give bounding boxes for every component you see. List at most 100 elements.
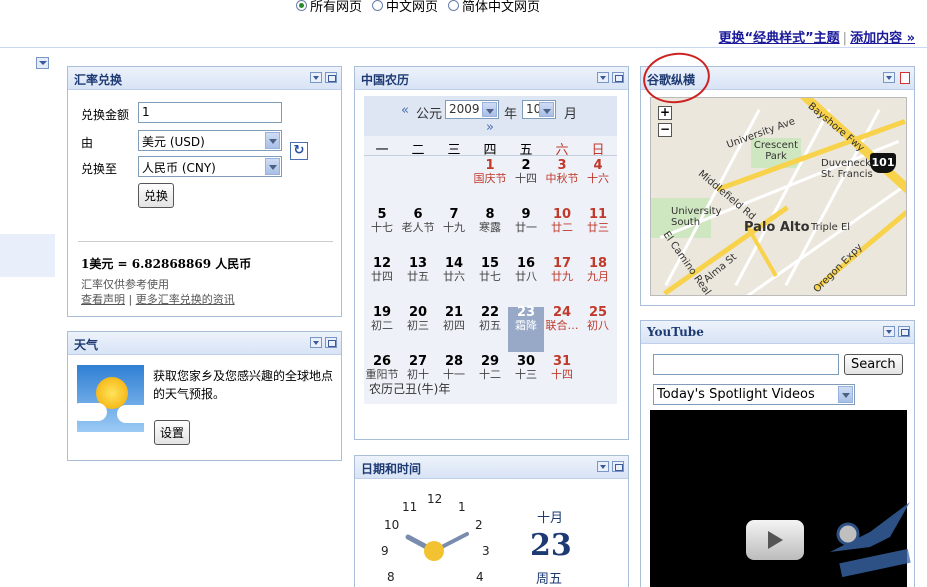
highway-shield-icon: 101: [870, 153, 896, 173]
calendar-day[interactable]: 30 十三: [508, 355, 544, 401]
youtube-channel-select[interactable]: Today's Spotlight Videos: [653, 384, 855, 405]
convert-button[interactable]: 兑换: [138, 183, 175, 208]
calendar-day[interactable]: 1 国庆节: [472, 159, 508, 205]
menu-arrow-icon[interactable]: [597, 72, 609, 83]
from-currency-select[interactable]: 美元 (USD): [138, 130, 282, 151]
menu-arrow-icon[interactable]: [883, 72, 895, 83]
lunar-label: 初三: [407, 319, 429, 332]
watermark-logo-icon: [830, 502, 911, 578]
calendar-day[interactable]: 14 廿六: [436, 257, 472, 303]
calendar-day-today[interactable]: 23 霜降: [508, 306, 544, 352]
calendar-day[interactable]: 11 廿三: [580, 208, 616, 254]
to-currency-select[interactable]: 人民币 (CNY): [138, 156, 282, 177]
calendar-day[interactable]: 22 初五: [472, 306, 508, 352]
left-nav-selected[interactable]: [0, 234, 55, 277]
radio-dot[interactable]: [372, 0, 384, 11]
calendar-day[interactable]: 24 联合…: [544, 306, 580, 352]
calendar-day[interactable]: 9 廿一: [508, 208, 544, 254]
delete-icon[interactable]: [898, 72, 910, 84]
lunar-label: 十七: [371, 221, 393, 234]
map-label: University South: [671, 206, 722, 228]
chevron-down-icon[interactable]: [482, 102, 497, 117]
calendar-day[interactable]: 20 初三: [400, 305, 436, 352]
radio-chinese[interactable]: 中文网页: [372, 0, 438, 15]
setup-button[interactable]: 设置: [154, 420, 191, 445]
more-info-link[interactable]: 更多汇率兑换的资讯: [136, 293, 235, 306]
menu-arrow-icon[interactable]: [597, 461, 609, 472]
map-label: Palo Alto: [744, 220, 810, 235]
minimize-icon[interactable]: [612, 72, 624, 83]
youtube-search-button[interactable]: Search: [844, 354, 903, 375]
lunar-label: 十四: [551, 368, 573, 381]
calendar-nav: « 公元 2009 年 10 月 »: [364, 96, 617, 136]
calendar-day[interactable]: 2 十四: [508, 159, 544, 205]
lunar-year-footer: 农历己丑(牛)年: [369, 382, 451, 396]
year-select[interactable]: 2009: [445, 100, 499, 119]
calendar-day[interactable]: 17 廿九: [544, 257, 580, 303]
radio-dot[interactable]: [448, 0, 460, 11]
select-value: 人民币 (CNY): [142, 161, 216, 175]
separator: |: [125, 293, 136, 306]
radio-label: 中文网页: [386, 0, 439, 15]
menu-arrow-icon[interactable]: [883, 326, 895, 337]
calendar-day[interactable]: 4 十六: [580, 159, 616, 205]
calendar-day[interactable]: 6 老人节: [400, 208, 436, 254]
disclaimer-link[interactable]: 查看声明: [81, 293, 125, 306]
calendar-day[interactable]: 18 九月: [580, 257, 616, 303]
day-number: 27: [408, 354, 428, 369]
calendar-day[interactable]: 12 廿四: [364, 256, 400, 303]
minimize-icon[interactable]: [325, 72, 337, 83]
chevron-down-icon[interactable]: [838, 386, 853, 403]
minimize-icon[interactable]: [612, 461, 624, 472]
weekday-divider: [364, 155, 617, 156]
month-select[interactable]: 10: [522, 100, 556, 119]
weather-gadget: 天气 获取您家乡及您感兴趣的全球地点的天气预报。 设置: [67, 331, 342, 461]
calendar-day[interactable]: 3 中秋节: [544, 159, 580, 205]
zoom-in-button[interactable]: +: [658, 106, 672, 120]
calendar-day[interactable]: 10 廿二: [544, 208, 580, 254]
change-theme-link[interactable]: 更换“经典样式”主题: [719, 31, 840, 46]
clock-weekday: 周五: [536, 572, 563, 587]
prev-month-link[interactable]: «: [401, 103, 409, 118]
calendar-day[interactable]: 29 十二: [472, 355, 508, 401]
map-view[interactable]: University Ave Bayshore Fwy Crescent Par…: [650, 97, 907, 296]
chevron-down-icon[interactable]: [265, 132, 280, 149]
map-label: Crescent Park: [753, 140, 799, 162]
next-month-link[interactable]: »: [486, 120, 494, 135]
calendar-day[interactable]: 13 廿五: [400, 257, 436, 303]
day-number: 19: [372, 305, 392, 320]
links-row: 查看声明 | 更多汇率兑换的资讯: [81, 291, 235, 307]
minimize-icon[interactable]: [325, 337, 337, 348]
amount-input[interactable]: 1: [138, 102, 282, 123]
day-number: 12: [372, 256, 392, 271]
calendar-day[interactable]: 31 十四: [544, 355, 580, 401]
calendar-day[interactable]: 25 初八: [580, 306, 616, 352]
calendar-day[interactable]: 21 初四: [436, 306, 472, 352]
minimize-icon[interactable]: [898, 326, 910, 337]
zoom-out-button[interactable]: −: [658, 123, 672, 137]
left-nav-toggle-icon[interactable]: [36, 57, 49, 69]
era-label: 公元: [416, 107, 443, 122]
menu-arrow-icon[interactable]: [310, 337, 322, 348]
play-icon[interactable]: [746, 520, 804, 560]
swap-icon[interactable]: ↻: [290, 142, 308, 160]
calendar-day[interactable]: 5 十七: [364, 208, 400, 254]
chevron-down-icon[interactable]: [265, 158, 280, 175]
calendar-day[interactable]: 15 廿七: [472, 257, 508, 303]
gadget-title: 汇率兑换: [74, 73, 123, 87]
radio-all[interactable]: 所有网页: [296, 0, 362, 15]
select-value: 2009: [449, 102, 480, 116]
youtube-search-input[interactable]: [653, 354, 839, 375]
from-label: 由: [81, 136, 94, 150]
calendar-day[interactable]: 7 十九: [436, 208, 472, 254]
calendar-day[interactable]: 19 初二: [364, 305, 400, 352]
calendar-day[interactable]: 8 寒露: [472, 208, 508, 254]
add-content-link[interactable]: 添加内容 »: [850, 31, 915, 46]
chevron-down-icon[interactable]: [539, 102, 554, 117]
calendar-day[interactable]: 16 廿八: [508, 257, 544, 303]
menu-arrow-icon[interactable]: [310, 72, 322, 83]
radio-simplified[interactable]: 简体中文网页: [448, 0, 540, 15]
day-number: 20: [408, 305, 428, 320]
month-unit: 月: [564, 107, 578, 122]
radio-dot[interactable]: [296, 0, 307, 11]
